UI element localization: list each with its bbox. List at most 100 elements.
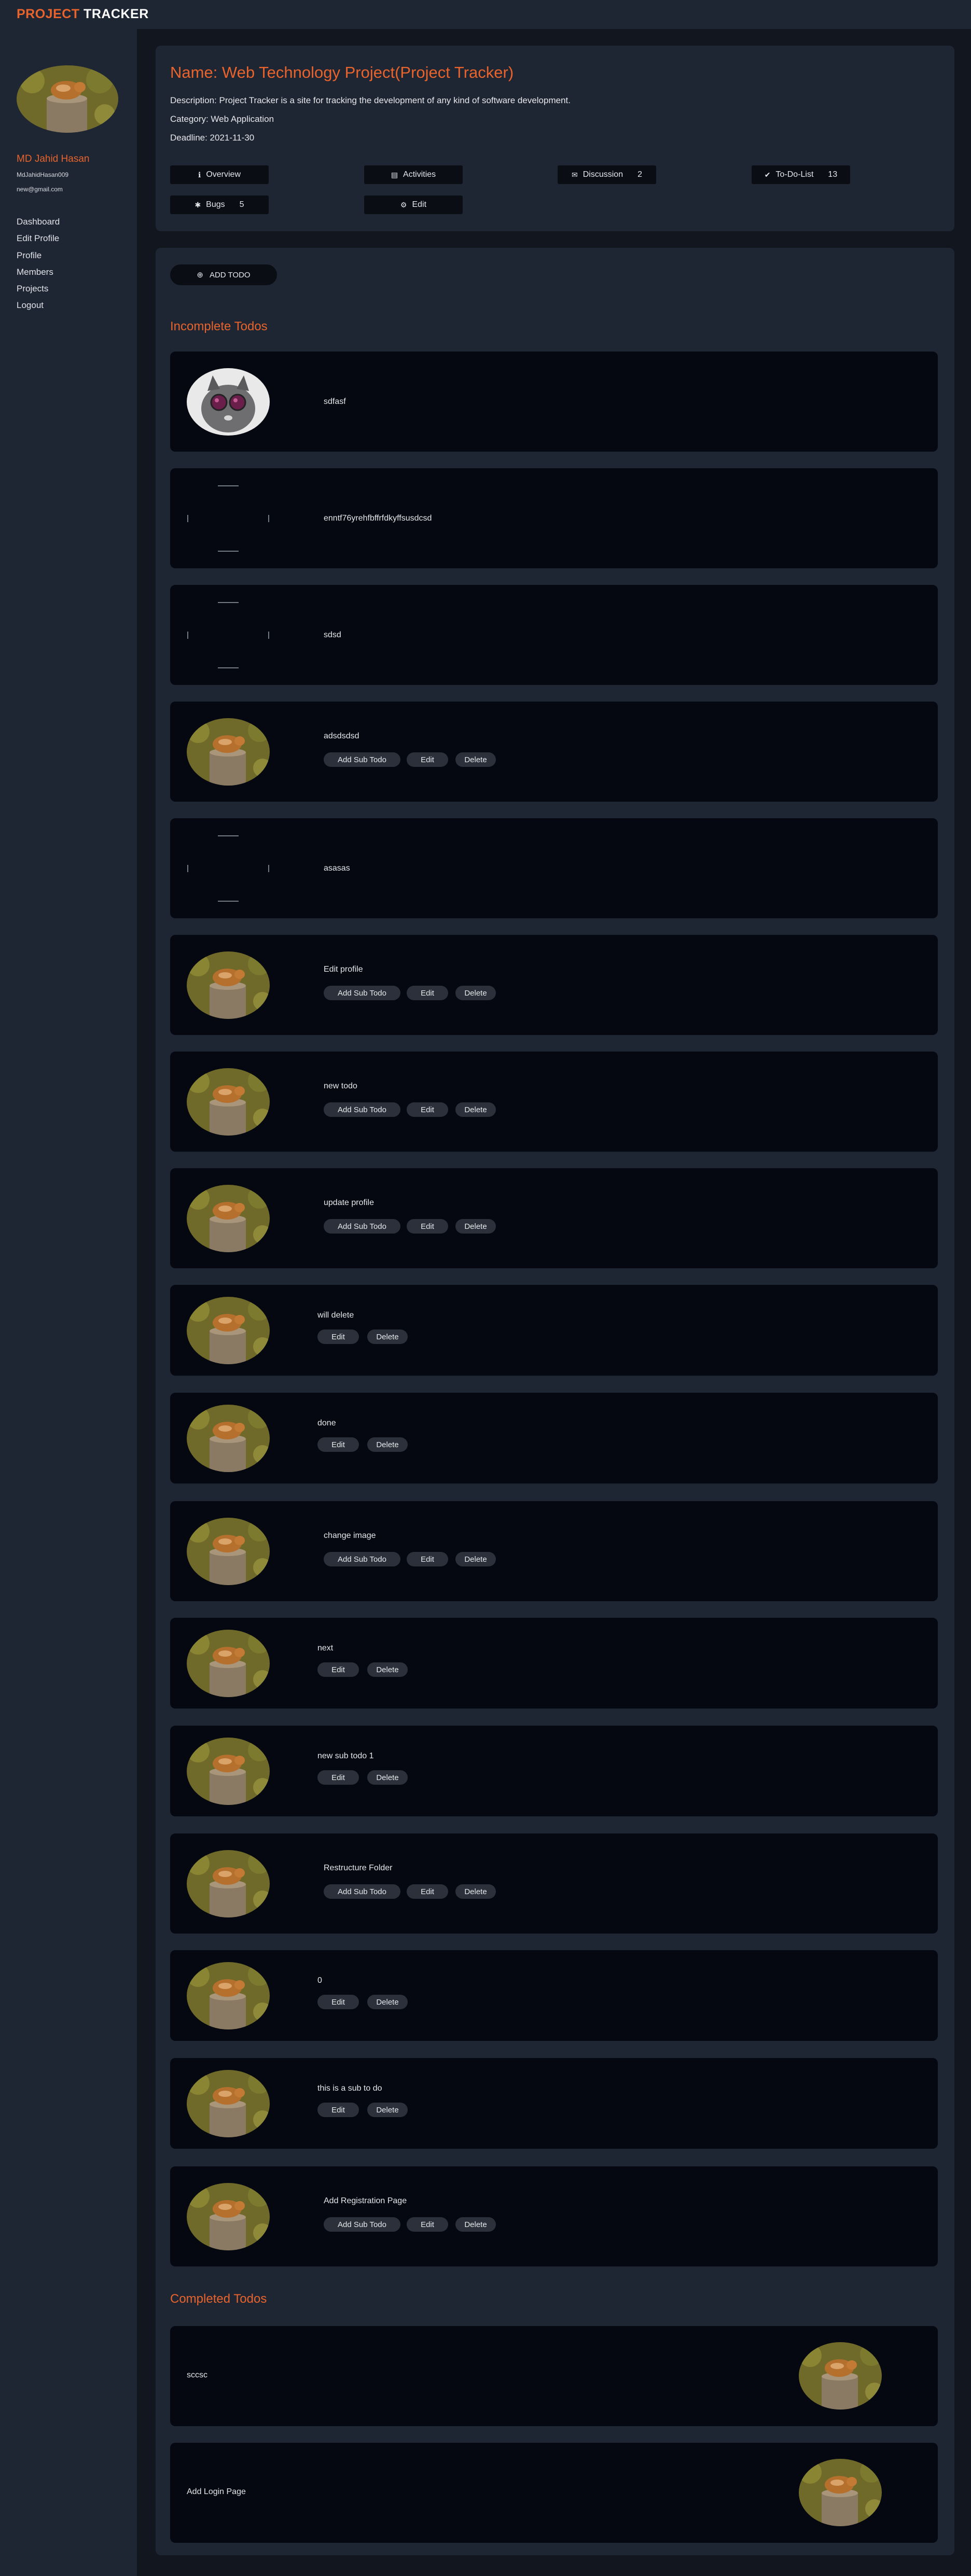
add-sub-todo-button[interactable]: Add Sub Todo [324,986,400,1000]
completed-todo-card[interactable]: sccsc [170,2326,938,2426]
todo-image [187,1850,270,1917]
delete-todo-button[interactable]: Delete [455,752,496,767]
todo-title: sccsc [187,2371,207,2379]
todo-card[interactable]: Restructure Folder Add Sub Todo Edit Delete [170,1833,938,1934]
todo-count: 13 [828,170,838,179]
bugs-button[interactable]: ✱ Bugs 5 [170,195,269,214]
sidebar: MD Jahid Hasan MdJahidHasan009 new@gmail… [0,29,137,2576]
edit-todo-button[interactable]: Edit [317,1770,359,1785]
delete-todo-button[interactable]: Delete [455,1219,496,1234]
todo-card[interactable]: change image Add Sub Todo Edit Delete [170,1501,938,1601]
plus-circle-icon: ⊕ [197,271,203,279]
add-sub-todo-button[interactable]: Add Sub Todo [324,2217,400,2232]
add-sub-todo-button[interactable]: Add Sub Todo [324,752,400,767]
edit-todo-button[interactable]: Edit [317,1995,359,2009]
info-icon: ℹ [198,170,201,179]
todo-card[interactable]: this is a sub to do Edit Delete [170,2058,938,2149]
user-handle: MdJahidHasan009 [17,171,69,178]
edit-todo-button[interactable]: Edit [407,986,448,1000]
nav-projects[interactable]: Projects [17,281,60,297]
add-todo-button[interactable]: ⊕ ADD TODO [170,264,277,285]
check-circle-icon: ✔ [764,170,771,179]
delete-todo-button[interactable]: Delete [455,1552,496,1566]
activities-button[interactable]: ▤ Activities [364,165,463,184]
todo-card[interactable]: new todo Add Sub Todo Edit Delete [170,1052,938,1152]
todo-card[interactable]: sdsd [170,585,938,685]
delete-todo-button[interactable]: Delete [367,1329,408,1344]
nav-profile[interactable]: Profile [17,247,60,264]
todo-card[interactable]: will delete Edit Delete [170,1285,938,1376]
todo-card[interactable]: 0 Edit Delete [170,1950,938,2041]
todo-card[interactable]: done Edit Delete [170,1393,938,1483]
discussion-button[interactable]: ✉ Discussion 2 [558,165,656,184]
edit-todo-button[interactable]: Edit [407,1884,448,1899]
todo-title: change image [324,1531,376,1540]
todo-image [187,1738,270,1805]
todo-image [187,718,270,786]
edit-todo-button[interactable]: Edit [407,752,448,767]
delete-todo-button[interactable]: Delete [455,1884,496,1899]
todo-card[interactable]: Edit profile Add Sub Todo Edit Delete [170,935,938,1035]
broken-image-icon [187,601,270,669]
project-name: Name: Web Technology Project(Project Tra… [170,63,514,81]
delete-todo-button[interactable]: Delete [455,1102,496,1117]
todo-title: 0 [317,1976,322,1985]
todo-title: new sub todo 1 [317,1752,374,1760]
todo-card[interactable]: adsdsdsd Add Sub Todo Edit Delete [170,702,938,802]
delete-todo-button[interactable]: Delete [455,986,496,1000]
todo-title: sdsd [324,631,341,639]
edit-project-button[interactable]: ⚙ Edit [364,195,463,214]
delete-todo-button[interactable]: Delete [367,2103,408,2117]
nav-dashboard[interactable]: Dashboard [17,214,60,230]
delete-todo-button[interactable]: Delete [367,1662,408,1677]
sidebar-nav: Dashboard Edit Profile Profile Members P… [17,214,60,314]
todo-card[interactable]: next Edit Delete [170,1618,938,1709]
incomplete-todos-heading: Incomplete Todos [170,319,268,333]
edit-todo-button[interactable]: Edit [407,1552,448,1566]
todo-title: Edit profile [324,965,363,974]
todo-card[interactable]: new sub todo 1 Edit Delete [170,1726,938,1816]
todo-card[interactable]: Add Registration Page Add Sub Todo Edit Del… [170,2166,938,2266]
edit-todo-button[interactable]: Edit [407,1219,448,1234]
completed-todo-card[interactable]: Add Login Page [170,2443,938,2543]
edit-todo-button[interactable]: Edit [317,1329,359,1344]
add-sub-todo-button[interactable]: Add Sub Todo [324,1884,400,1899]
brand-logo[interactable]: PROJECT TRACKER [17,7,149,22]
nav-edit-profile[interactable]: Edit Profile [17,230,60,247]
project-details-panel: Name: Web Technology Project(Project Tra… [156,46,954,231]
todo-title: next [317,1644,334,1653]
todo-card[interactable]: sdfasf [170,352,938,452]
todo-title: Restructure Folder [324,1864,393,1872]
discussion-count: 2 [637,170,642,179]
edit-todo-button[interactable]: Edit [317,1437,359,1452]
edit-todo-button[interactable]: Edit [407,1102,448,1117]
delete-todo-button[interactable]: Delete [367,1437,408,1452]
delete-todo-button[interactable]: Delete [367,1770,408,1785]
user-email: new@gmail.com [17,186,63,193]
add-sub-todo-button[interactable]: Add Sub Todo [324,1102,400,1117]
todo-image [187,1297,270,1364]
add-sub-todo-button[interactable]: Add Sub Todo [324,1219,400,1234]
delete-todo-button[interactable]: Delete [367,1995,408,2009]
todo-title: this is a sub to do [317,2084,382,2093]
todo-image [187,1630,270,1697]
nav-logout[interactable]: Logout [17,297,60,314]
delete-todo-button[interactable]: Delete [455,2217,496,2232]
project-description: Description: Project Tracker is a site f… [170,95,571,105]
edit-todo-button[interactable]: Edit [407,2217,448,2232]
clipboard-icon: ▤ [391,170,398,179]
todo-list-button[interactable]: ✔ To-Do-List 13 [752,165,850,184]
nav-members[interactable]: Members [17,264,60,281]
todo-title: sdfasf [324,397,346,406]
todo-card[interactable]: enntf76yrehfbffrfdkyffsusdcsd [170,468,938,568]
add-sub-todo-button[interactable]: Add Sub Todo [324,1552,400,1566]
bug-icon: ✱ [195,200,201,209]
edit-todo-button[interactable]: Edit [317,1662,359,1677]
todo-card[interactable]: update profile Add Sub Todo Edit Delete [170,1168,938,1268]
todo-card[interactable]: asasas [170,818,938,918]
overview-button[interactable]: ℹ Overview [170,165,269,184]
todo-image [187,1185,270,1252]
todo-title: enntf76yrehfbffrfdkyffsusdcsd [324,514,432,523]
edit-todo-button[interactable]: Edit [317,2103,359,2117]
avatar [17,65,118,133]
